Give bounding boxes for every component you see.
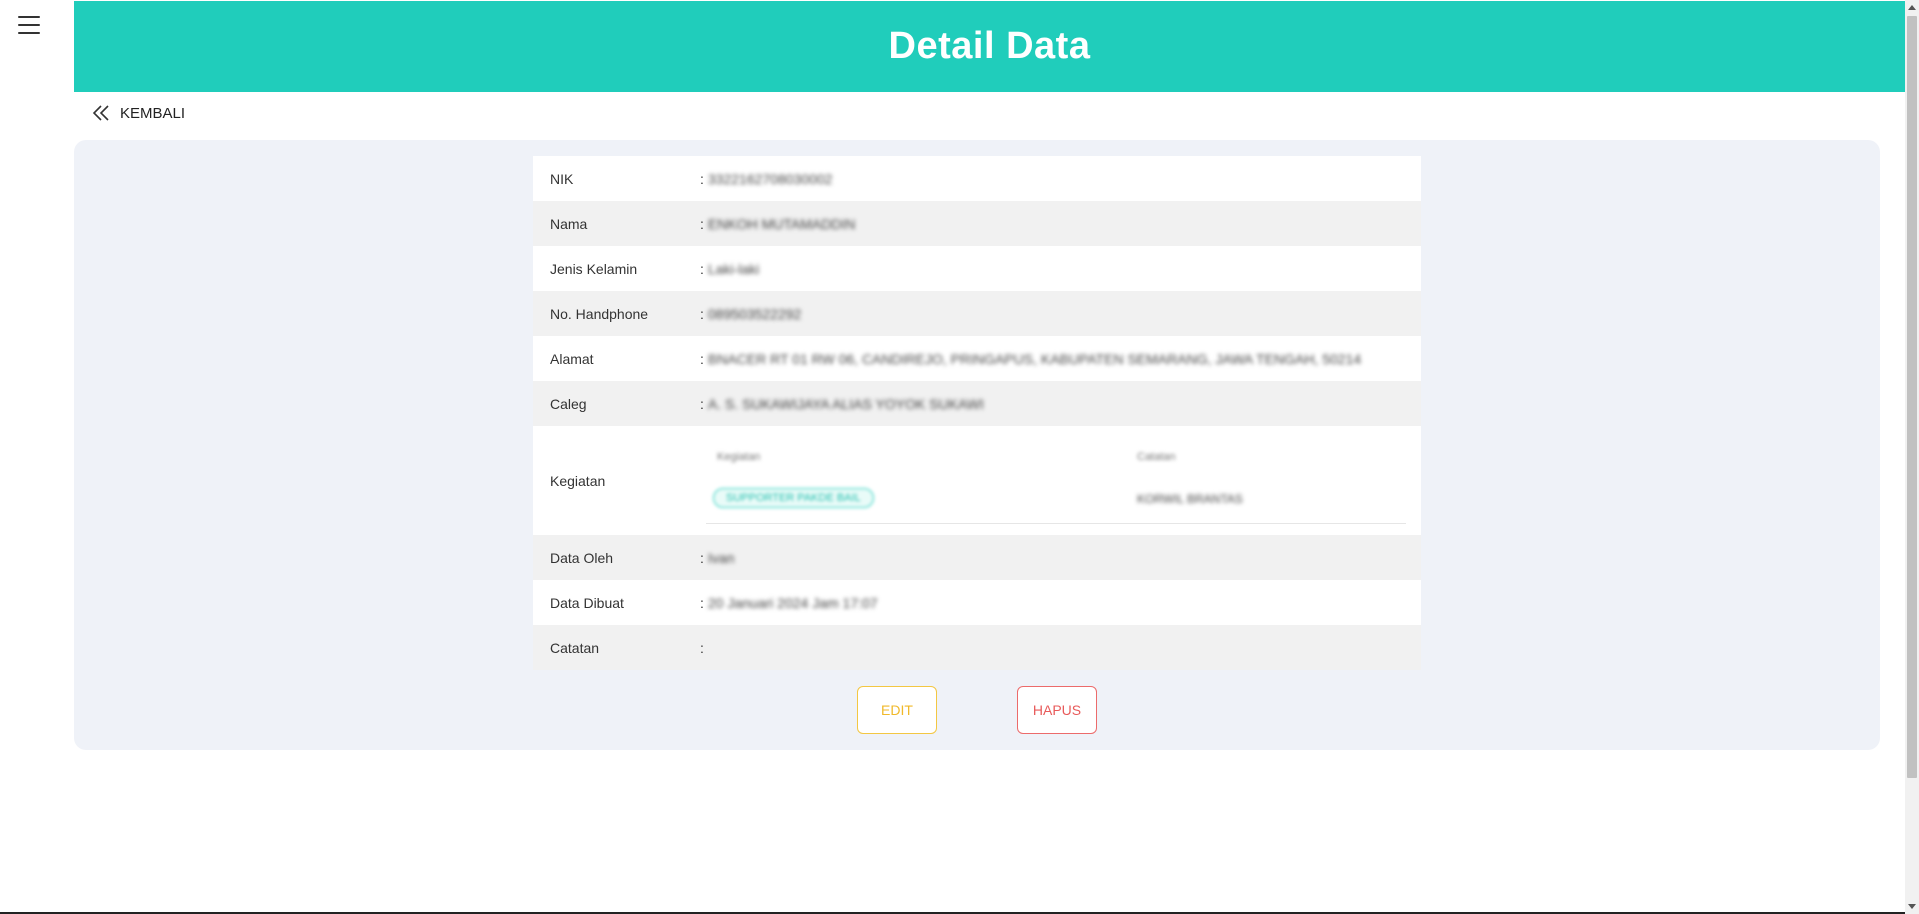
value-data-oleh: Ivan xyxy=(707,549,735,566)
catatan-col-header: Catatan xyxy=(1137,451,1176,463)
value-nama: ENKOH MUTAMADDIN xyxy=(707,215,856,232)
label-data-oleh: Data Oleh xyxy=(550,549,614,566)
kegiatan-col-header: Kegiatan xyxy=(717,451,761,463)
row-nik: NIK :3322162708030002 xyxy=(533,156,1421,201)
label-data-dibuat: Data Dibuat xyxy=(550,594,624,611)
kegiatan-table: Kegiatan Catatan SUPPORTER PAKDE BAIL KO… xyxy=(700,426,1421,535)
label-caleg: Caleg xyxy=(550,395,587,412)
action-bar: EDIT HAPUS xyxy=(857,686,1097,734)
label-handphone: No. Handphone xyxy=(550,305,649,322)
kegiatan-badge: SUPPORTER PAKDE BAIL xyxy=(713,488,874,508)
back-link[interactable]: KEMBALI xyxy=(92,104,185,122)
row-data-dibuat: Data Dibuat :20 Januari 2024 Jam 17:07 xyxy=(533,580,1421,625)
label-nik: NIK xyxy=(550,170,574,187)
vertical-scrollbar[interactable] xyxy=(1905,0,1919,914)
value-jenis-kelamin: Laki-laki xyxy=(707,260,760,277)
row-catatan: Catatan : xyxy=(533,625,1421,670)
row-kegiatan: Kegiatan Kegiatan Catatan SUPPORTER PAKD… xyxy=(533,426,1421,535)
value-data-dibuat: 20 Januari 2024 Jam 17:07 xyxy=(707,594,878,611)
row-jenis-kelamin: Jenis Kelamin : Laki-laki xyxy=(533,246,1421,291)
value-caleg: A. S. SUKAWIJAYA ALIAS YOYOK SUKAWI xyxy=(707,395,984,412)
label-alamat: Alamat xyxy=(550,350,594,367)
double-chevron-left-icon xyxy=(92,105,109,121)
label-jenis-kelamin: Jenis Kelamin xyxy=(550,260,638,277)
scrollbar-thumb[interactable] xyxy=(1907,16,1917,778)
label-nama: Nama xyxy=(550,215,588,232)
delete-button[interactable]: HAPUS xyxy=(1017,686,1097,734)
hamburger-menu-icon[interactable] xyxy=(18,16,40,34)
back-label: KEMBALI xyxy=(120,104,186,122)
row-alamat: Alamat : BNACER RT 01 RW 06, CANDIREJO, P… xyxy=(533,336,1421,381)
scroll-up-arrow-icon[interactable] xyxy=(1908,5,1916,10)
row-handphone: No. Handphone :089503522292 xyxy=(533,291,1421,336)
page-title: Detail Data xyxy=(888,25,1091,67)
edit-button[interactable]: EDIT xyxy=(857,686,937,734)
label-kegiatan: Kegiatan xyxy=(550,472,606,489)
row-nama: Nama : ENKOH MUTAMADDIN xyxy=(533,201,1421,246)
label-catatan: Catatan xyxy=(550,639,600,656)
value-alamat: BNACER RT 01 RW 06, CANDIREJO, PRINGAPUS… xyxy=(707,350,1362,367)
kegiatan-note: KORWIL BRANTAS xyxy=(1137,492,1243,506)
page-header: Detail Data xyxy=(74,1,1905,92)
kegiatan-divider xyxy=(706,523,1406,524)
scroll-down-arrow-icon[interactable] xyxy=(1908,904,1916,909)
value-handphone: 089503522292 xyxy=(707,305,802,322)
row-data-oleh: Data Oleh : Ivan xyxy=(533,535,1421,580)
detail-table: NIK :3322162708030002 Nama : ENKOH MUTAMA… xyxy=(533,156,1421,670)
row-caleg: Caleg : A. S. SUKAWIJAYA ALIAS YOYOK SUKA… xyxy=(533,381,1421,426)
value-nik: 3322162708030002 xyxy=(707,170,833,187)
